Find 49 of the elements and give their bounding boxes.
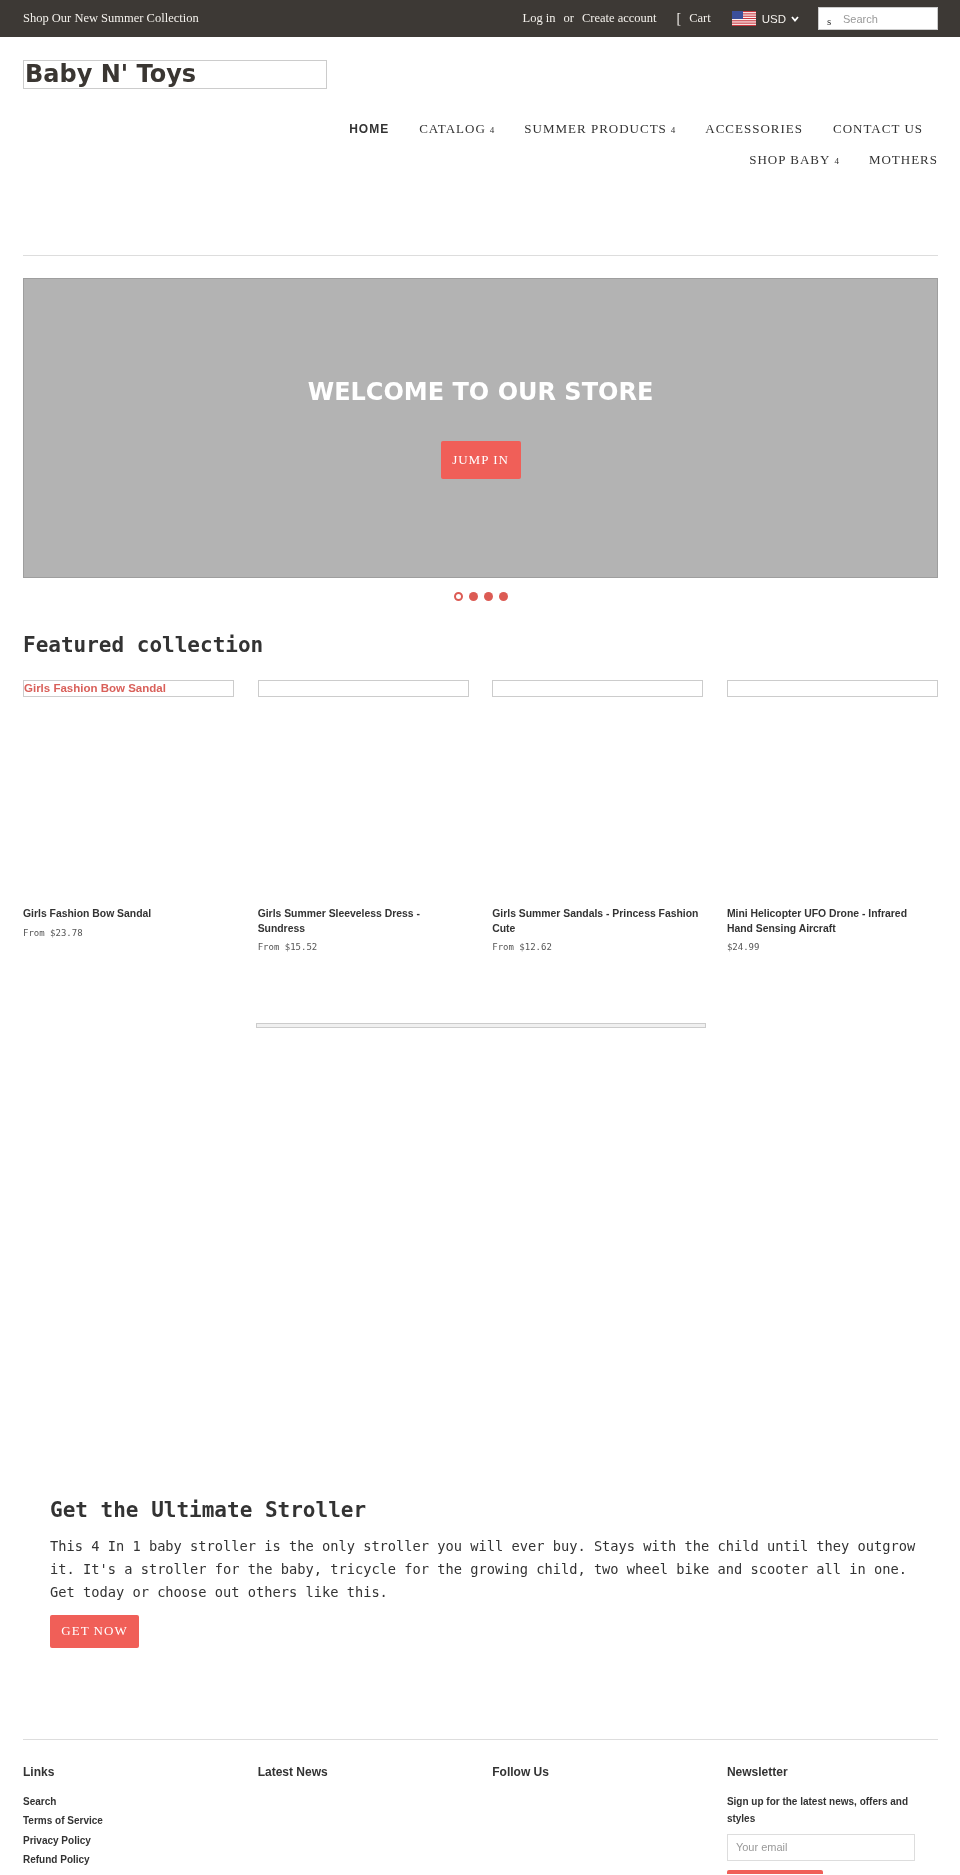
product-title[interactable]: Girls Summer Sleeveless Dress - Sundress <box>257 907 466 936</box>
dropdown-icon: 4 <box>670 125 676 135</box>
nav-link[interactable]: SUMMER PRODUCTS 4 <box>509 114 691 145</box>
create-account-link[interactable]: Create account <box>581 11 657 26</box>
footer-link[interactable]: Search <box>23 1791 57 1812</box>
nav-link[interactable]: HOME <box>334 114 405 145</box>
footer-heading: Newsletter <box>726 1763 789 1780</box>
separator-text: or <box>563 11 574 26</box>
footer-link[interactable]: Terms of Service <box>23 1811 103 1831</box>
nav-link[interactable]: MOTHERS <box>853 145 938 176</box>
nav-link[interactable]: CATALOG 4 <box>404 114 510 145</box>
promo-text: This 4 In 1 baby stroller is the only stroller you will ever buy. Stays with the child until they outgrow it. It's a stroller for the baby, tricycle for the growing child, two wheel bike and scooter all in one. Get today or choose out others like this. <box>50 1536 917 1602</box>
currency-select[interactable]: USD <box>731 11 799 26</box>
dropdown-icon: 4 <box>489 125 495 135</box>
footer-heading: Links <box>23 1763 56 1780</box>
nav-link[interactable]: SHOP BABY 4 <box>734 145 854 176</box>
product-title[interactable]: Girls Fashion Bow Sandal <box>23 907 231 922</box>
product-price: From $23.78 <box>23 926 84 940</box>
product-title[interactable]: Girls Summer Sandals - Princess Fashion Cute <box>492 907 701 936</box>
product-title[interactable]: Mini Helicopter UFO Drone - Infrared Hand Sensing Aircraft <box>726 907 935 936</box>
footer-heading: Follow Us <box>492 1763 550 1780</box>
nav-link[interactable]: CONTACT US <box>818 114 938 145</box>
cart-icon: [ <box>676 10 682 27</box>
slide-dot[interactable] <box>453 592 463 601</box>
search-icon: s <box>827 16 832 27</box>
hero-title: WELCOME TO OUR STORE <box>307 377 654 407</box>
flag-icon <box>731 11 756 26</box>
slide-dot[interactable] <box>483 592 493 601</box>
newsletter-text: Sign up for the latest news, offers and styles <box>726 1794 909 1826</box>
product-price: From $15.52 <box>257 941 319 954</box>
chevron-down-icon <box>791 15 799 22</box>
store-logo[interactable]: Baby N' Toys <box>23 60 327 89</box>
footer-link[interactable]: Privacy Policy <box>23 1830 91 1851</box>
slide-dot[interactable] <box>468 592 478 601</box>
announcement-text: Shop Our New Summer Collection <box>23 11 199 26</box>
product-price: From $12.62 <box>492 941 553 954</box>
promo-title: Get the Ultimate Stroller <box>50 1497 368 1523</box>
newsletter-button[interactable] <box>726 1869 823 1874</box>
section-title: Featured collection <box>23 632 265 658</box>
login-link[interactable]: Log in <box>522 11 556 26</box>
email-field[interactable]: Your email <box>726 1833 915 1861</box>
product-price: $24.99 <box>726 941 761 954</box>
footer-heading: Latest News <box>257 1763 329 1780</box>
cart-link[interactable]: [ Cart <box>676 10 711 27</box>
product-image[interactable]: Girls Fashion Bow Sandal <box>23 680 235 697</box>
nav-link[interactable]: ACCESSORIES <box>690 114 818 145</box>
footer-link[interactable]: Refund Policy <box>23 1850 90 1870</box>
slide-dot[interactable] <box>498 592 508 601</box>
dropdown-icon: 4 <box>834 156 839 166</box>
